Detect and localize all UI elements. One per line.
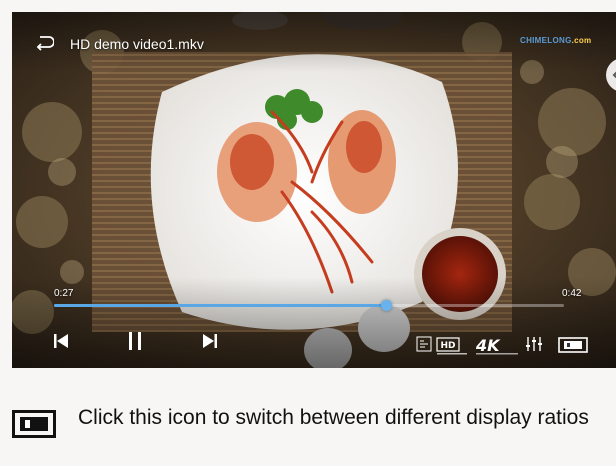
aspect-ratio-icon-example	[12, 410, 56, 443]
seek-bar-fill	[54, 304, 386, 307]
video-title: HD demo video1.mkv	[70, 36, 204, 52]
back-arrow-icon	[36, 36, 55, 51]
back-button[interactable]	[34, 34, 56, 54]
chevron-left-icon	[612, 71, 616, 79]
skip-previous-icon	[54, 334, 68, 348]
controls-overlay	[12, 277, 616, 368]
audio-format-badge	[416, 336, 432, 357]
channel-watermark: CHIMELONG.com	[520, 36, 591, 45]
equalizer-button[interactable]	[524, 334, 544, 354]
pause-button[interactable]	[126, 330, 144, 352]
aspect-ratio-icon	[12, 410, 56, 438]
skip-next-icon	[203, 334, 217, 348]
previous-button[interactable]	[52, 332, 70, 350]
time-total: 0:42	[562, 288, 582, 299]
audio-badge-icon	[416, 336, 432, 352]
4k-badge: 4K	[474, 336, 520, 361]
next-button[interactable]	[201, 332, 219, 350]
hd-badge-text: HD	[440, 341, 455, 351]
time-elapsed: 0:27	[54, 288, 74, 299]
side-panel-toggle[interactable]	[606, 58, 616, 92]
seek-bar-handle[interactable]	[380, 300, 392, 311]
watermark-suffix: .com	[571, 36, 592, 45]
pause-icon	[129, 332, 141, 350]
aspect-ratio-icon	[558, 337, 588, 353]
seek-bar[interactable]	[54, 300, 564, 311]
equalizer-icon	[526, 337, 542, 351]
caption-text: Click this icon to switch between differ…	[78, 406, 589, 429]
hd-badge: HD	[436, 336, 468, 361]
watermark-brand: CHIMELONG	[520, 36, 572, 45]
4k-badge-text: 4K	[475, 336, 501, 355]
video-player[interactable]: HD demo video1.mkv CHIMELONG.com 0:27 0:…	[12, 12, 616, 368]
hd-badge-icon: HD	[436, 337, 467, 355]
aspect-ratio-button[interactable]	[558, 337, 588, 353]
4k-badge-icon: 4K	[475, 336, 518, 355]
